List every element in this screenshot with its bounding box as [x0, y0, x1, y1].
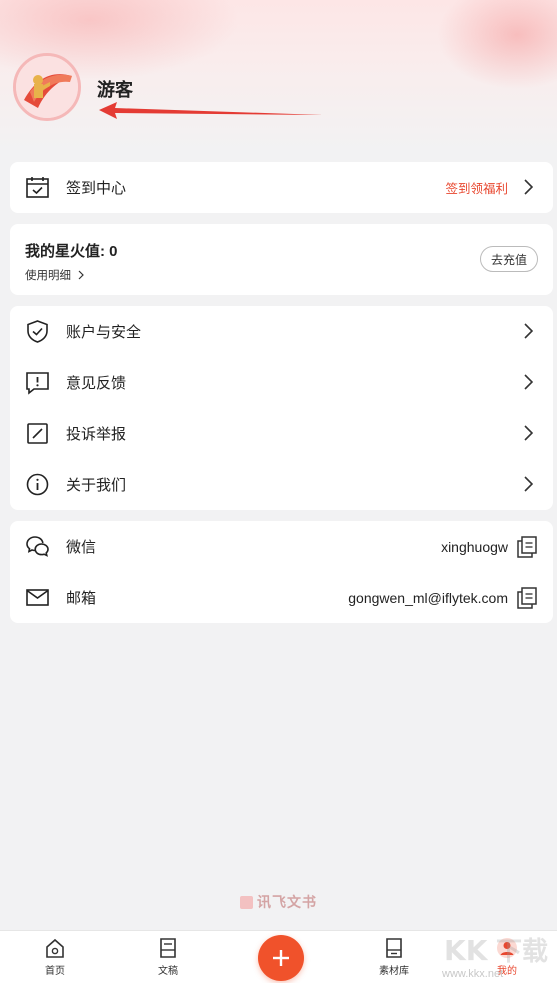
contact-email-row: 邮箱 gongwen_ml@iflytek.com [10, 572, 553, 623]
menu-item-account-security[interactable]: 账户与安全 [10, 306, 553, 357]
tab-label: 文稿 [158, 966, 178, 977]
report-icon [27, 423, 48, 444]
menu-item-feedback[interactable]: 意见反馈 [10, 357, 553, 408]
chevron-right-icon [524, 425, 533, 441]
checkin-label: 签到中心 [66, 180, 127, 197]
tab-documents[interactable]: 文稿 [138, 937, 198, 981]
brand-footer: 讯飞文书 [0, 892, 557, 912]
contact-label: 微信 [66, 539, 97, 556]
library-icon [386, 938, 402, 958]
spark-balance: 我的星火值: 0 [25, 243, 118, 260]
tab-label: 素材库 [379, 966, 409, 977]
brand-name: 讯飞文书 [257, 894, 317, 910]
document-icon [160, 938, 176, 958]
wechat-id: xinghuogw [441, 538, 508, 555]
usage-detail-link[interactable]: 使用明细 [25, 267, 87, 283]
menu-item-about[interactable]: 关于我们 [10, 459, 553, 510]
chevron-right-icon [524, 323, 533, 339]
avatar[interactable] [13, 53, 81, 121]
copy-icon[interactable] [517, 536, 537, 558]
contact-wechat-row: 微信 xinghuogw [10, 521, 553, 572]
chevron-right-icon [524, 374, 533, 390]
contact-label: 邮箱 [66, 590, 97, 607]
watermark-url: www.kkx.net [442, 968, 504, 980]
plus-icon [273, 950, 289, 966]
settings-menu: 账户与安全 意见反馈 投诉举报 关于我们 [10, 306, 553, 510]
chevron-right-icon [78, 270, 84, 280]
menu-item-label: 账户与安全 [66, 324, 142, 341]
chevron-right-icon [524, 476, 533, 492]
create-button[interactable] [258, 935, 304, 981]
checkin-card[interactable]: 签到中心 签到领福利 [10, 162, 553, 213]
profile-header [0, 0, 557, 150]
email-address: gongwen_ml@iflytek.com [348, 589, 508, 606]
checkin-reward-link[interactable]: 签到领福利 [445, 178, 508, 197]
shield-check-icon [27, 320, 48, 343]
recharge-button[interactable]: 去充值 [480, 246, 538, 272]
username[interactable]: 游客 [97, 76, 133, 102]
profile-icon [497, 938, 517, 958]
home-icon [46, 938, 64, 958]
calendar-check-icon [26, 177, 49, 198]
feedback-icon [26, 372, 49, 395]
menu-item-label: 投诉举报 [66, 426, 127, 443]
arrow-decoration [99, 102, 323, 119]
brand-logo-icon [240, 895, 253, 909]
menu-item-label: 意见反馈 [66, 375, 127, 392]
tab-library[interactable]: 素材库 [364, 937, 424, 981]
spark-card: 我的星火值: 0 使用明细 去充值 [10, 224, 553, 295]
contact-card: 微信 xinghuogw 邮箱 gongwen_ml@iflytek.com [10, 521, 553, 623]
wechat-icon [26, 536, 49, 557]
tab-home[interactable]: 首页 [25, 937, 85, 981]
copy-icon[interactable] [517, 587, 537, 609]
chevron-right-icon [524, 179, 533, 195]
menu-item-label: 关于我们 [66, 477, 127, 494]
info-icon [26, 473, 49, 496]
tab-label: 首页 [45, 966, 65, 977]
avatar-image [16, 56, 78, 118]
menu-item-report[interactable]: 投诉举报 [10, 408, 553, 459]
checkin-row[interactable]: 签到中心 签到领福利 [10, 162, 553, 213]
mail-icon [26, 589, 49, 606]
usage-detail-label: 使用明细 [25, 270, 71, 282]
